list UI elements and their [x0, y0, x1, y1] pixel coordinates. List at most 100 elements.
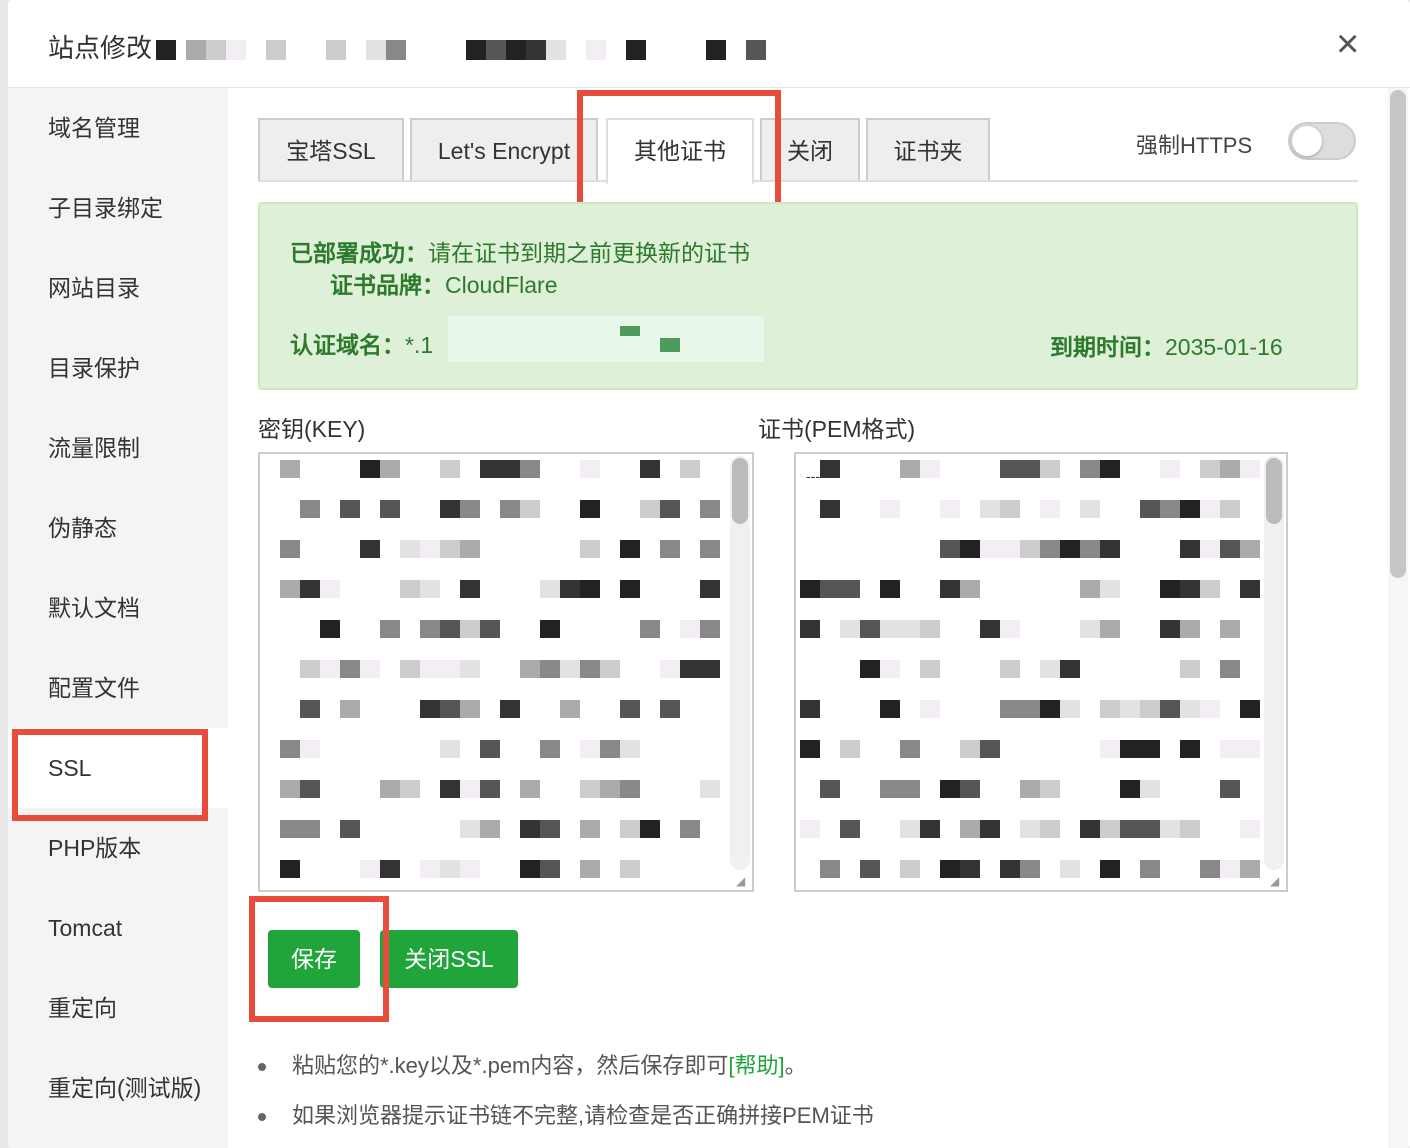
redaction-block — [1000, 860, 1020, 878]
redaction-block — [300, 780, 320, 798]
sidebar-item-tomcat[interactable]: Tomcat — [8, 888, 228, 968]
brand-line: 证书品牌：CloudFlare — [330, 266, 558, 300]
redaction-block — [440, 540, 460, 558]
redaction-block — [1100, 540, 1120, 558]
redaction-block — [1000, 620, 1020, 638]
redaction-block — [1160, 460, 1180, 478]
help-link[interactable]: [帮助] — [728, 1053, 784, 1078]
redaction-block — [1200, 700, 1220, 718]
redaction-block — [380, 860, 400, 878]
redaction-block — [1000, 540, 1020, 558]
expire-label: 到期时间： — [1050, 334, 1165, 360]
redaction-block — [460, 540, 480, 558]
cert-scroll-thumb[interactable] — [1266, 458, 1282, 524]
cert-textarea[interactable]: --- ◢ — [794, 452, 1288, 892]
redaction-block — [546, 40, 566, 60]
redaction-block — [280, 740, 300, 758]
redaction-block — [1100, 580, 1120, 598]
redaction-block — [326, 40, 346, 60]
redaction-block — [1200, 500, 1220, 518]
redaction-block — [380, 620, 400, 638]
redaction-block — [1020, 780, 1040, 798]
redaction-block — [460, 660, 480, 678]
tab-cert-folder[interactable]: 证书夹 — [866, 118, 990, 180]
redaction-block — [840, 820, 860, 838]
redaction-block — [580, 820, 600, 838]
redaction-block — [540, 660, 560, 678]
redaction-block — [300, 820, 320, 838]
key-textarea[interactable]: ◢ — [258, 452, 754, 892]
force-https-label: 强制HTTPS — [1136, 133, 1253, 158]
redaction-block — [380, 500, 400, 518]
resize-handle-icon[interactable]: ◢ — [736, 874, 750, 888]
redaction-block — [1180, 740, 1200, 758]
redaction-block — [400, 780, 420, 798]
dialog-scrollbar[interactable] — [1388, 88, 1408, 1148]
resize-handle-icon[interactable]: ◢ — [1270, 874, 1284, 888]
sidebar-item-redirect-beta[interactable]: 重定向(测试版) — [8, 1048, 228, 1128]
redaction-block — [880, 780, 900, 798]
redaction-block — [300, 500, 320, 518]
redaction-block — [600, 740, 620, 758]
redaction-block — [1040, 500, 1060, 518]
sidebar-item-traffic[interactable]: 流量限制 — [8, 408, 228, 488]
redaction-block — [980, 540, 1000, 558]
sidebar-item-redirect[interactable]: 重定向 — [8, 968, 228, 1048]
disable-ssl-button[interactable]: 关闭SSL — [380, 930, 518, 988]
redaction-block — [680, 660, 700, 678]
dialog-scroll-thumb[interactable] — [1390, 90, 1406, 578]
sidebar: 域名管理 子目录绑定 网站目录 目录保护 流量限制 伪静态 默认文档 配置文件 … — [8, 88, 228, 1148]
close-icon[interactable]: × — [1336, 24, 1359, 64]
tip-item-2: 如果浏览器提示证书链不完整,请检查是否正确拼接PEM证书 — [258, 1098, 874, 1130]
redaction-block — [900, 820, 920, 838]
redaction-block — [540, 580, 560, 598]
save-highlight-box — [249, 896, 389, 1022]
force-https-toggle[interactable] — [1288, 122, 1356, 160]
redaction-block — [400, 660, 420, 678]
sidebar-item-domain[interactable]: 域名管理 — [8, 88, 228, 168]
redaction-block — [640, 620, 660, 638]
redaction-block — [1000, 660, 1020, 678]
redaction-block — [440, 740, 460, 758]
redaction-block — [700, 660, 720, 678]
redaction-block — [1220, 460, 1240, 478]
redaction-block — [1120, 700, 1140, 718]
redaction-block — [360, 660, 380, 678]
redaction-block — [480, 820, 500, 838]
sidebar-item-default-doc[interactable]: 默认文档 — [8, 568, 228, 648]
redaction-block — [1080, 820, 1100, 838]
redaction-block — [840, 580, 860, 598]
redaction-block — [280, 860, 300, 878]
redaction-block — [1060, 700, 1080, 718]
tab-lets-encrypt[interactable]: Let's Encrypt — [410, 118, 598, 180]
key-scrollbar[interactable] — [730, 456, 750, 870]
redaction-block — [1020, 540, 1040, 558]
redaction-block — [860, 620, 880, 638]
redaction-block — [540, 820, 560, 838]
redaction-block — [420, 700, 440, 718]
redaction-block — [1180, 540, 1200, 558]
sidebar-item-dir-protect[interactable]: 目录保护 — [8, 328, 228, 408]
redaction-block — [960, 860, 980, 878]
redaction-block — [526, 40, 546, 60]
sidebar-item-rewrite[interactable]: 伪静态 — [8, 488, 228, 568]
sidebar-item-site-dir[interactable]: 网站目录 — [8, 248, 228, 328]
redaction-block — [800, 620, 820, 638]
redaction-block — [520, 780, 540, 798]
tab-bt-ssl[interactable]: 宝塔SSL — [258, 118, 404, 180]
redaction-block — [1040, 460, 1060, 478]
redaction-block — [1220, 500, 1240, 518]
sidebar-item-config[interactable]: 配置文件 — [8, 648, 228, 728]
redaction-block — [620, 700, 640, 718]
redaction-block — [540, 860, 560, 878]
redaction-block — [1080, 540, 1100, 558]
redaction-block — [1060, 860, 1080, 878]
redaction-block — [1120, 740, 1140, 758]
redaction-block — [1160, 820, 1180, 838]
redaction-block — [660, 540, 680, 558]
key-scroll-thumb[interactable] — [732, 458, 748, 524]
redaction-block — [820, 460, 840, 478]
sidebar-item-subdir[interactable]: 子目录绑定 — [8, 168, 228, 248]
redaction-block — [980, 500, 1000, 518]
cert-scrollbar[interactable] — [1264, 456, 1284, 870]
